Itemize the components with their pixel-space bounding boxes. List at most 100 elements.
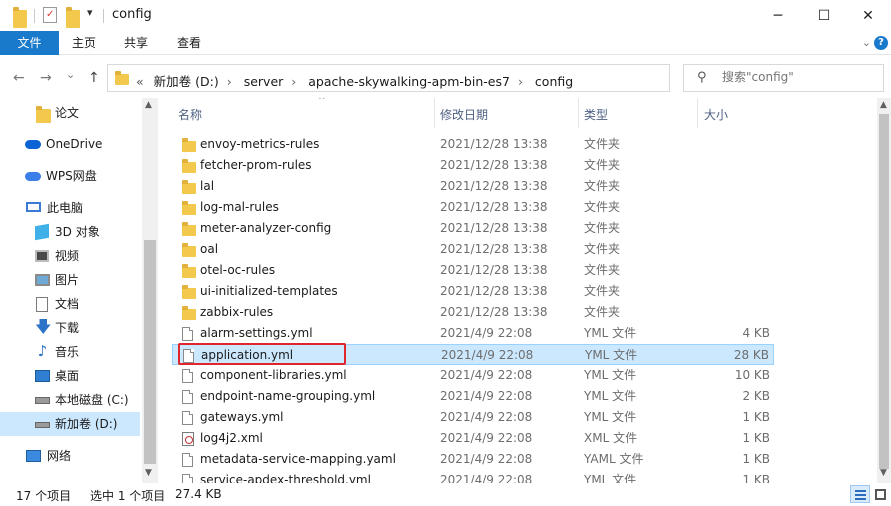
table-row[interactable]: alarm-settings.yml 2021/4/9 22:08 YML 文件 4 …	[172, 323, 774, 344]
table-row[interactable]: fetcher-prom-rules 2021/12/28 13:38 文件夹	[172, 155, 774, 176]
table-row[interactable]: component-libraries.yml 2021/4/9 22:08 YML…	[172, 365, 774, 386]
folder-icon	[182, 222, 196, 236]
column-header-date[interactable]: 修改日期	[440, 106, 488, 123]
sidebar-item-downloads[interactable]: 🡇 下载	[0, 316, 140, 340]
tab-file[interactable]: 文件	[0, 31, 59, 55]
file-name: ui-initialized-templates	[200, 284, 338, 298]
table-row[interactable]: otel-oc-rules 2021/12/28 13:38 文件夹	[172, 260, 774, 281]
sort-ascending-icon: ^	[318, 98, 326, 106]
navigation-scrollbar[interactable]: ▲ ▼	[142, 98, 158, 483]
sidebar-item-network[interactable]: 网络	[0, 444, 140, 468]
sidebar-item-documents[interactable]: 文档	[0, 292, 140, 316]
folder-icon	[182, 180, 196, 194]
properties-icon[interactable]: ✓	[43, 7, 57, 23]
scrollbar-thumb[interactable]	[879, 114, 889, 469]
file-type: 文件夹	[584, 158, 621, 172]
scrollbar-thumb[interactable]	[144, 240, 156, 464]
title-bar: ✓ ▾ config ─ ☐ ✕	[0, 0, 891, 31]
sidebar-item-drive-d[interactable]: 新加卷 (D:)	[0, 412, 140, 436]
scroll-up-icon[interactable]: ▲	[880, 100, 887, 110]
sidebar-item-this-pc[interactable]: 此电脑	[0, 196, 140, 220]
search-input[interactable]	[722, 70, 872, 84]
tab-home[interactable]: 主页	[60, 31, 108, 55]
table-row[interactable]: log4j2.xml 2021/4/9 22:08 XML 文件 1 KB	[172, 428, 774, 449]
table-row[interactable]: meter-analyzer-config 2021/12/28 13:38 文件夹	[172, 218, 774, 239]
file-type: XML 文件	[584, 431, 638, 445]
recent-locations-button[interactable]: ⌄	[66, 68, 75, 81]
ribbon-expand-icon[interactable]: ⌄	[862, 36, 871, 49]
column-header-type[interactable]: 类型	[584, 106, 608, 123]
file-icon	[182, 453, 193, 467]
breadcrumb-drive-d[interactable]: 新加卷 (D:)	[154, 74, 219, 89]
network-icon	[26, 450, 41, 462]
file-type: 文件夹	[584, 137, 621, 151]
search-icon: ⚲	[697, 70, 707, 85]
address-bar[interactable]: « 新加卷 (D:) › server › apache-skywalking-ap…	[107, 64, 764, 92]
file-list-scrollbar[interactable]: ▲ ▼	[877, 98, 891, 483]
table-row[interactable]: gateways.yml 2021/4/9 22:08 YML 文件 1 KB	[172, 407, 774, 428]
chevron-right-icon[interactable]: ›	[227, 74, 232, 89]
scroll-up-icon[interactable]: ▲	[145, 100, 152, 110]
tab-share[interactable]: 共享	[112, 31, 160, 55]
sidebar-item-label: OneDrive	[46, 137, 103, 151]
sidebar-item-papers[interactable]: 论文	[0, 101, 140, 125]
file-date: 2021/4/9 22:08	[440, 368, 533, 382]
chevron-right-icon[interactable]: ›	[291, 74, 296, 89]
file-date: 2021/12/28 13:38	[440, 263, 548, 277]
breadcrumb-server[interactable]: server	[244, 74, 284, 89]
quick-access-dropdown-icon[interactable]: ▾	[87, 6, 93, 24]
large-icons-view-icon	[875, 489, 886, 500]
table-row[interactable]: zabbix-rules 2021/12/28 13:38 文件夹	[172, 302, 774, 323]
table-row[interactable]: log-mal-rules 2021/12/28 13:38 文件夹	[172, 197, 774, 218]
drive-d-icon	[35, 422, 50, 428]
sidebar-item-wps-cloud[interactable]: WPS网盘	[0, 164, 140, 188]
table-row[interactable]: envoy-metrics-rules 2021/12/28 13:38 文件夹	[172, 134, 774, 155]
details-view-icon	[855, 494, 866, 496]
column-header-size[interactable]: 大小	[704, 106, 728, 123]
file-type: 文件夹	[584, 284, 621, 298]
video-icon	[35, 250, 49, 262]
search-box[interactable]: ⚲	[683, 64, 884, 92]
table-row[interactable]: metadata-service-mapping.yaml 2021/4/9 22…	[172, 449, 774, 470]
sidebar-item-desktop[interactable]: 桌面	[0, 364, 140, 388]
table-row[interactable]: ui-initialized-templates 2021/12/28 13:38…	[172, 281, 774, 302]
table-row[interactable]: lal 2021/12/28 13:38 文件夹	[172, 176, 774, 197]
chevron-right-icon[interactable]: ›	[518, 74, 523, 89]
table-row[interactable]: application.yml 2021/4/9 22:08 YML 文件 28 KB	[172, 344, 774, 365]
column-header-name[interactable]: 名称	[178, 106, 202, 123]
breadcrumb-overflow[interactable]: «	[136, 74, 144, 89]
ribbon: 文件 主页 共享 查看 ⌄ ?	[0, 31, 891, 55]
table-row[interactable]: service-apdex-threshold.yml 2021/4/9 22:0…	[172, 470, 774, 483]
sidebar-item-3d-objects[interactable]: 3D 对象	[0, 220, 140, 244]
selection-size: 27.4 KB	[175, 487, 222, 501]
file-name: service-apdex-threshold.yml	[200, 473, 371, 483]
scroll-down-icon[interactable]: ▼	[880, 468, 887, 478]
new-folder-icon[interactable]	[66, 7, 80, 28]
sidebar-item-pictures[interactable]: 图片	[0, 268, 140, 292]
table-row[interactable]: endpoint-name-grouping.yml 2021/4/9 22:08…	[172, 386, 774, 407]
file-size: 1 KB	[742, 473, 770, 483]
sidebar-item-music[interactable]: ♪ 音乐	[0, 340, 140, 364]
large-icons-view-button[interactable]	[870, 485, 890, 503]
scroll-down-icon[interactable]: ▼	[145, 468, 152, 478]
forward-button[interactable]: →	[40, 70, 52, 86]
details-view-button[interactable]	[850, 485, 870, 503]
breadcrumb-skywalking[interactable]: apache-skywalking-apm-bin-es7	[308, 74, 510, 89]
close-button[interactable]: ✕	[845, 0, 891, 31]
back-button[interactable]: ←	[13, 70, 25, 86]
sidebar-item-onedrive[interactable]: OneDrive	[0, 132, 140, 156]
file-type: 文件夹	[584, 221, 621, 235]
breadcrumb-config[interactable]: config	[535, 74, 573, 89]
tab-view[interactable]: 查看	[165, 31, 213, 55]
up-button[interactable]: ↑	[88, 70, 100, 86]
wps-cloud-icon	[25, 172, 41, 181]
minimize-button[interactable]: ─	[755, 0, 801, 31]
file-name: alarm-settings.yml	[200, 326, 313, 340]
sidebar-item-drive-c[interactable]: 本地磁盘 (C:)	[0, 388, 140, 412]
folder-icon	[182, 243, 196, 257]
details-view-icon	[855, 490, 866, 492]
table-row[interactable]: oal 2021/12/28 13:38 文件夹	[172, 239, 774, 260]
maximize-button[interactable]: ☐	[801, 0, 847, 31]
sidebar-item-videos[interactable]: 视频	[0, 244, 140, 268]
help-icon[interactable]: ?	[874, 36, 888, 50]
